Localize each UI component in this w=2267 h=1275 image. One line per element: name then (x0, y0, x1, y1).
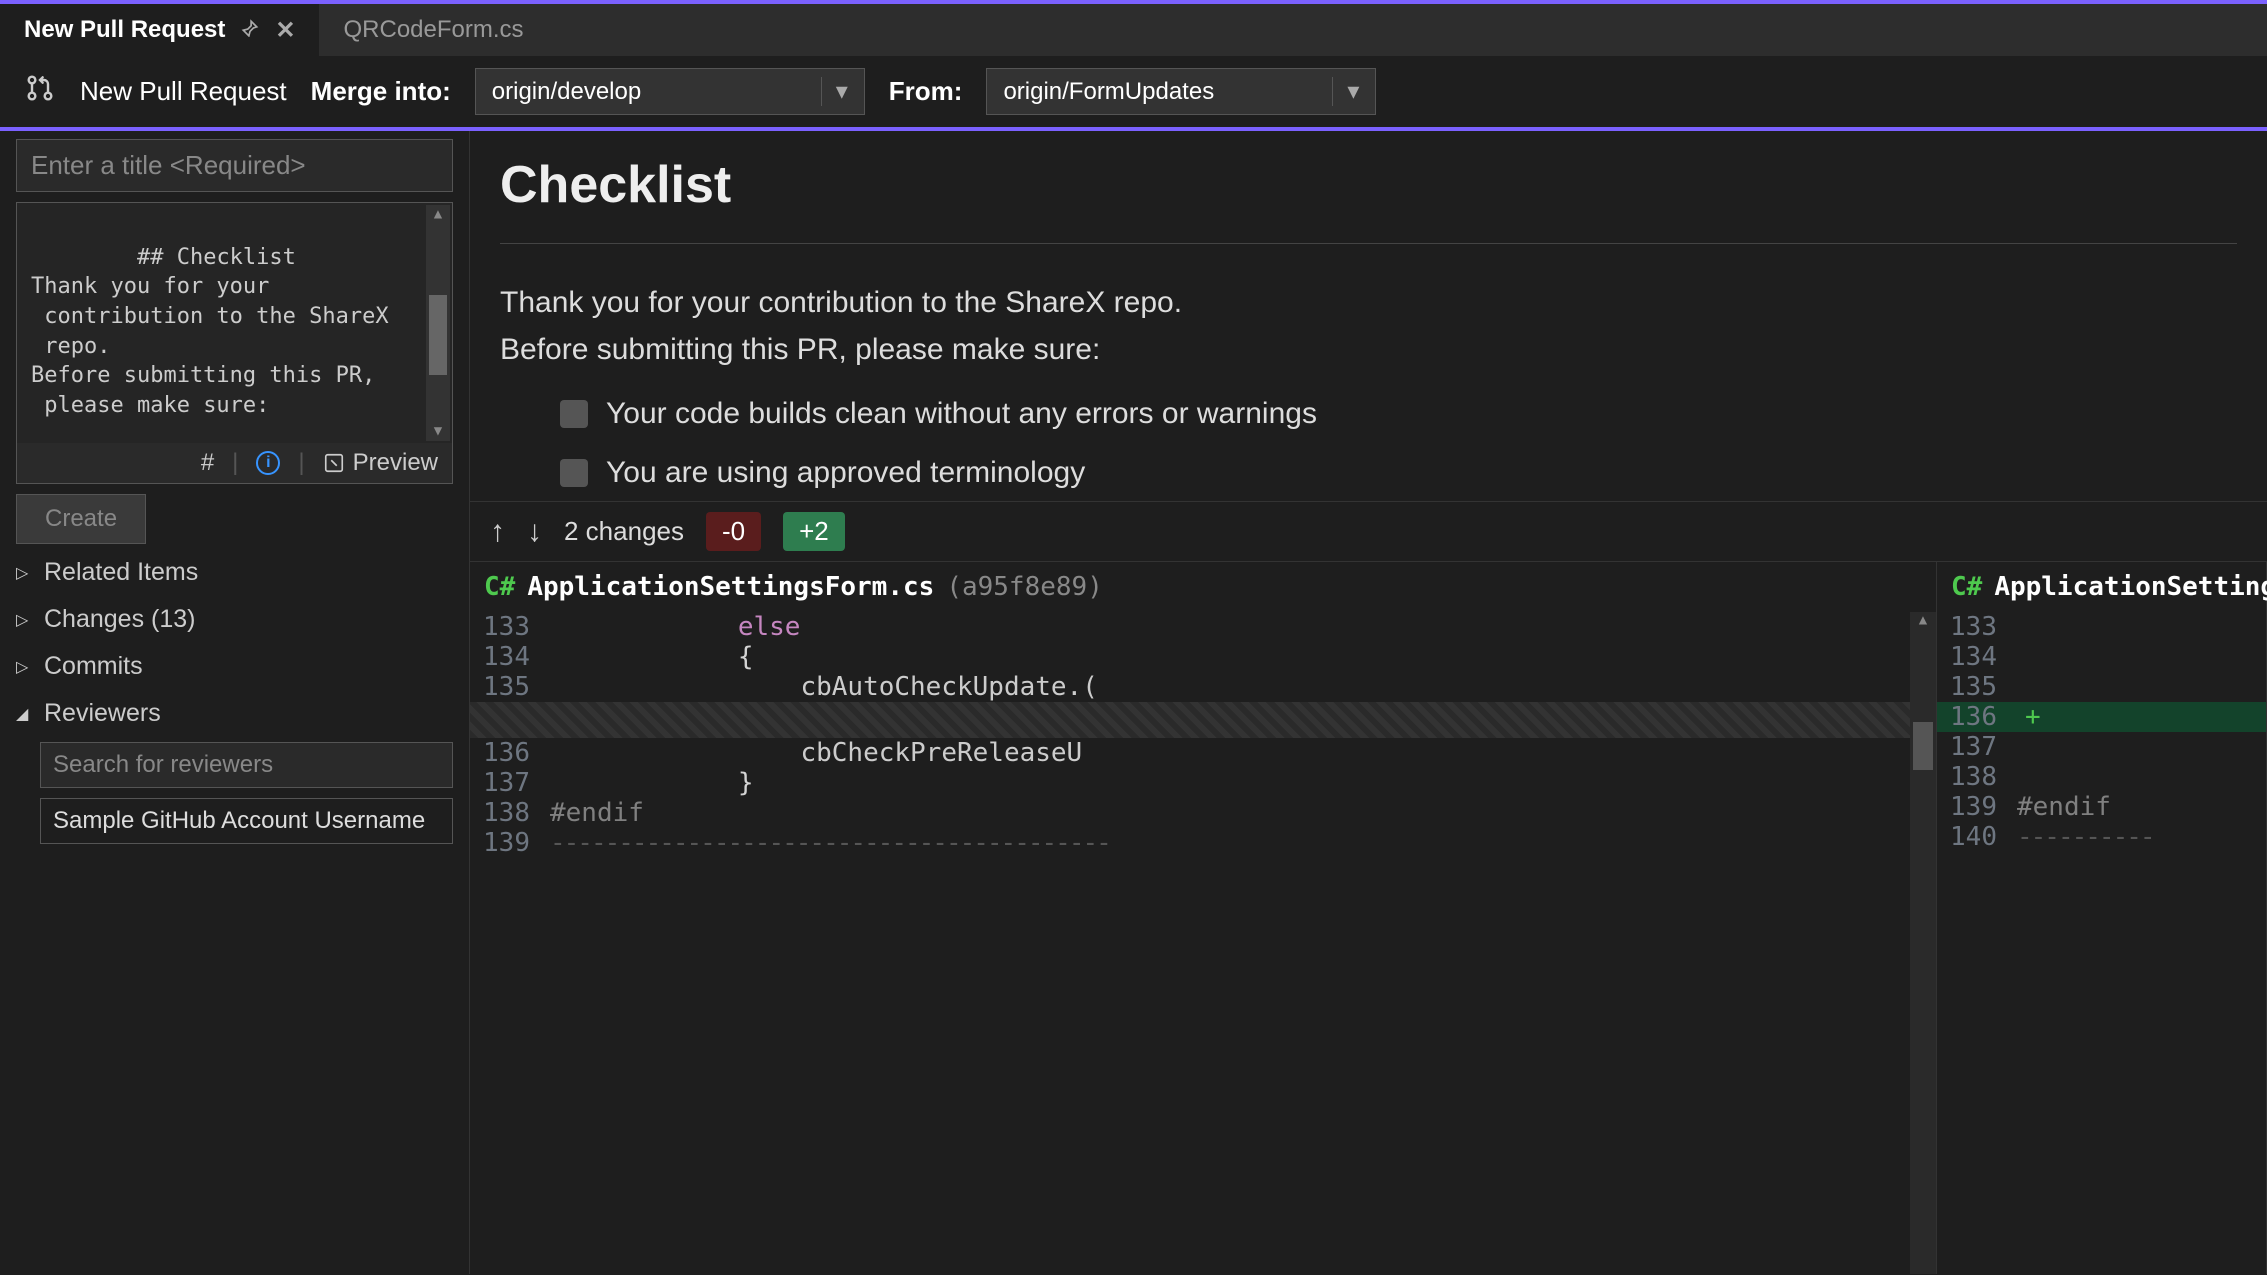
checklist-item: You are using approved terminology (560, 455, 2237, 491)
diff-header: ↑ ↓ 2 changes -0 +2 (470, 501, 2267, 562)
chevron-right-icon: ▷ (16, 610, 34, 630)
tree-label: Related Items (44, 558, 198, 587)
file-name: ApplicationSettingsForm (1994, 572, 2267, 602)
tree-changes[interactable]: ▷ Changes (13) (16, 601, 453, 638)
code-pane-left[interactable]: 133 else134 {135 cbAutoCheckUpdate.( 136 … (470, 612, 1936, 858)
code-line: 137 (1937, 732, 2266, 762)
tree-label: Reviewers (44, 699, 161, 728)
lang-badge: C# (1951, 572, 1982, 602)
merge-branch-dropdown[interactable]: origin/develop ▾ (475, 68, 865, 115)
reviewer-search-input[interactable]: Search for reviewers (40, 742, 453, 788)
code-line: 135 (1937, 672, 2266, 702)
close-icon[interactable]: ✕ (275, 16, 295, 45)
code-line: 133 (1937, 612, 2266, 642)
code-line: 134 (1937, 642, 2266, 672)
scroll-up-icon[interactable]: ▲ (1910, 612, 1936, 628)
tab-label: QRCodeForm.cs (343, 16, 523, 44)
next-change-icon[interactable]: ↓ (527, 515, 542, 549)
diff-right-column: C# ApplicationSettingsForm 133134135136+… (1937, 562, 2267, 1274)
hash-icon[interactable]: # (201, 449, 214, 477)
tab-qrcodeform[interactable]: QRCodeForm.cs (319, 4, 547, 56)
description-footer: # | i | Preview (17, 443, 452, 483)
lang-badge: C# (484, 572, 515, 602)
added-pill: +2 (783, 512, 845, 551)
diff-body: C# ApplicationSettingsForm.cs (a95f8e89)… (470, 562, 2267, 1274)
merge-branch-value: origin/develop (492, 78, 641, 106)
file-header-right: C# ApplicationSettingsForm (1937, 562, 2266, 612)
scroll-thumb[interactable] (1913, 722, 1933, 770)
scroll-thumb[interactable] (429, 295, 447, 375)
tab-bar: New Pull Request ✕ QRCodeForm.cs (0, 0, 2267, 56)
checklist-text: You are using approved terminology (606, 456, 1085, 490)
code-line: 136 cbCheckPreReleaseU (470, 738, 1936, 768)
code-line: 137 } (470, 768, 1936, 798)
code-line: 139#endif (1937, 792, 2266, 822)
code-line: 136+ (1937, 702, 2266, 732)
scroll-down-icon[interactable]: ▼ (434, 422, 442, 441)
from-label: From: (889, 76, 963, 107)
git-pr-icon (24, 72, 56, 111)
preview-toggle[interactable]: Preview (323, 449, 438, 477)
toolbar-title: New Pull Request (80, 76, 287, 107)
tree-related-items[interactable]: ▷ Related Items (16, 554, 453, 591)
preview-and-diff-panel: Checklist Thank you for your contributio… (470, 131, 2267, 1274)
code-line: 138#endif (470, 798, 1936, 828)
description-text: ## Checklist Thank you for your contribu… (31, 245, 389, 443)
checklist-item: Your code builds clean without any error… (560, 397, 2237, 431)
code-line: 140---------- (1937, 822, 2266, 852)
merge-into-label: Merge into: (311, 76, 451, 107)
tree-label: Commits (44, 652, 143, 681)
chevron-right-icon: ▷ (16, 563, 34, 583)
tree-commits[interactable]: ▷ Commits (16, 648, 453, 685)
create-button[interactable]: Create (16, 494, 146, 544)
scroll-up-icon[interactable]: ▲ (434, 205, 442, 224)
preview-label: Preview (353, 449, 438, 477)
pr-form-panel: Enter a title <Required> ## Checklist Th… (0, 131, 470, 1274)
from-branch-dropdown[interactable]: origin/FormUpdates ▾ (986, 68, 1376, 115)
pin-icon[interactable] (241, 16, 259, 44)
checkbox-icon[interactable] (560, 459, 588, 487)
description-scrollbar[interactable]: ▲ ▼ (426, 205, 450, 441)
removed-pill: -0 (706, 512, 761, 551)
preview-para: Before submitting this PR, please make s… (500, 327, 2237, 374)
changes-count: 2 changes (564, 516, 684, 547)
code-scrollbar[interactable]: ▲ (1910, 612, 1936, 1274)
preview-rule (500, 243, 2237, 244)
tree-reviewers[interactable]: ◢ Reviewers (16, 695, 453, 732)
preview-para: Thank you for your contribution to the S… (500, 280, 2237, 327)
from-branch-value: origin/FormUpdates (1003, 78, 1214, 106)
pr-description-textarea[interactable]: ## Checklist Thank you for your contribu… (17, 203, 452, 443)
code-line: 135 cbAutoCheckUpdate.( (470, 672, 1936, 702)
reviewer-item[interactable]: Sample GitHub Account Username (40, 798, 453, 844)
code-line: 133 else (470, 612, 1936, 642)
pr-description-box: ## Checklist Thank you for your contribu… (16, 202, 453, 484)
code-line (470, 702, 1936, 738)
preview-heading: Checklist (500, 155, 2237, 215)
pr-toolbar: New Pull Request Merge into: origin/deve… (0, 56, 2267, 131)
diff-left-column: C# ApplicationSettingsForm.cs (a95f8e89)… (470, 562, 1937, 1274)
code-line: 139-------------------------------------… (470, 828, 1936, 858)
prev-change-icon[interactable]: ↑ (490, 515, 505, 549)
info-icon[interactable]: i (256, 451, 280, 475)
checklist-text: Your code builds clean without any error… (606, 397, 1317, 431)
file-header-left: C# ApplicationSettingsForm.cs (a95f8e89) (470, 562, 1936, 612)
chevron-down-icon: ◢ (16, 704, 34, 724)
code-line: 138 (1937, 762, 2266, 792)
code-line: 134 { (470, 642, 1936, 672)
code-pane-right[interactable]: 133134135136+137138139#endif140---------… (1937, 612, 2266, 852)
tab-new-pr[interactable]: New Pull Request ✕ (0, 4, 319, 56)
checkbox-icon[interactable] (560, 400, 588, 428)
chevron-down-icon: ▾ (1332, 77, 1359, 106)
file-name: ApplicationSettingsForm.cs (527, 572, 934, 602)
chevron-right-icon: ▷ (16, 657, 34, 677)
tab-label: New Pull Request (24, 16, 225, 44)
chevron-down-icon: ▾ (821, 77, 848, 106)
pr-title-input[interactable]: Enter a title <Required> (16, 139, 453, 192)
markdown-preview: Checklist Thank you for your contributio… (470, 131, 2267, 501)
tree-label: Changes (13) (44, 605, 195, 634)
file-hash: (a95f8e89) (946, 572, 1103, 602)
